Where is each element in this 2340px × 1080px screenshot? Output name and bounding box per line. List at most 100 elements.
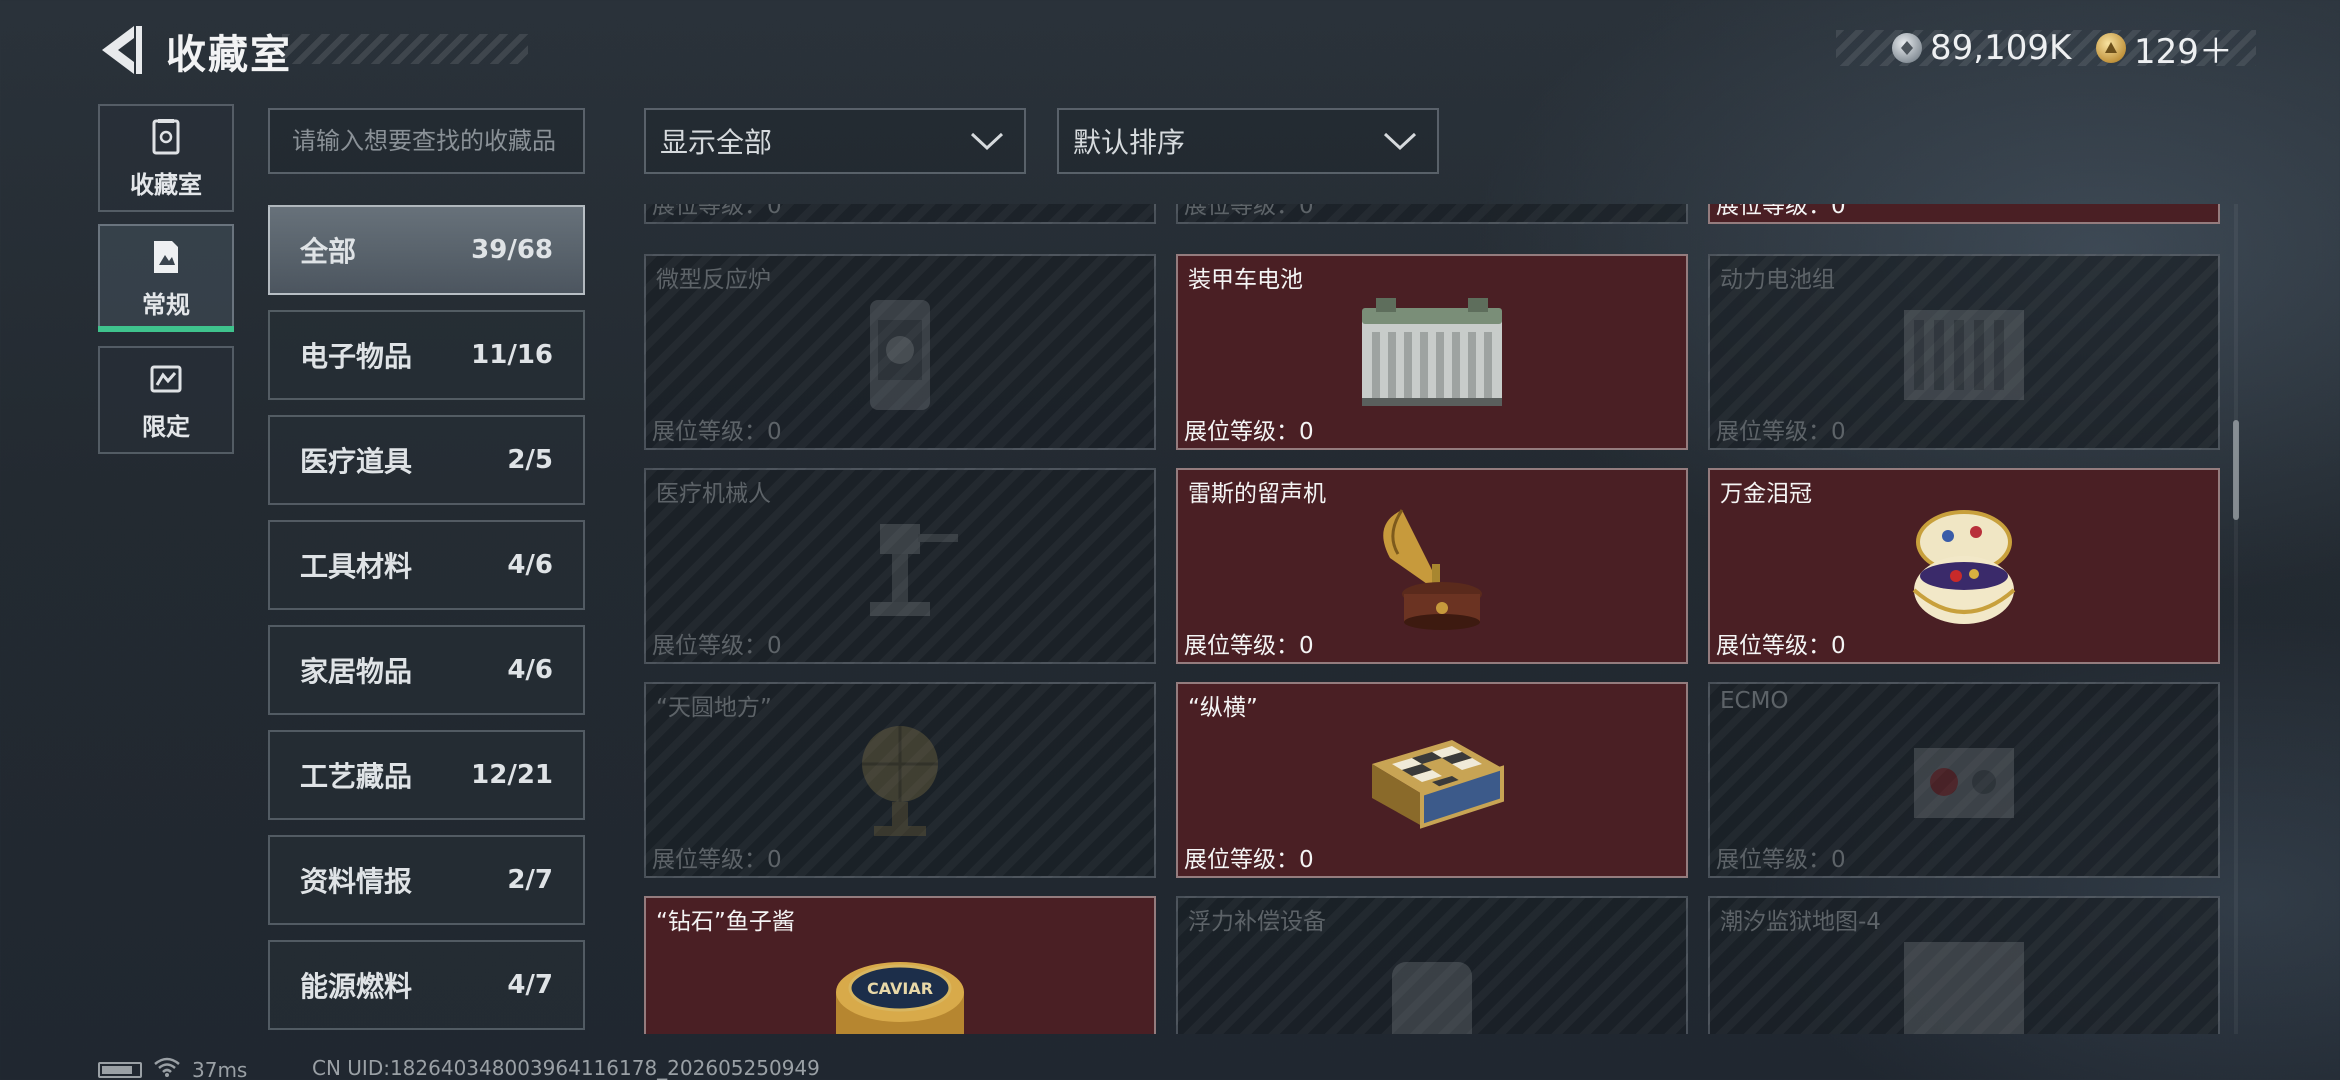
gold-amount: 129＋	[2134, 31, 2233, 72]
category-name: 资料情报	[300, 865, 413, 898]
collection-card[interactable]: “天圆地方” 展位等级：0	[644, 682, 1156, 878]
category-household[interactable]: 家居物品 4/6	[268, 625, 585, 715]
category-count: 39/68	[471, 235, 553, 265]
collection-card[interactable]: “纵横” 展位等级：0	[1176, 682, 1688, 878]
category-crafts[interactable]: 工艺藏品 12/21	[268, 730, 585, 820]
robot-item-icon	[800, 494, 1000, 644]
filter-dropdown-value: 显示全部	[660, 126, 773, 159]
collection-card[interactable]: 展位等级：0	[1176, 204, 1688, 224]
card-name: 微型反应炉	[656, 267, 771, 293]
gold-currency[interactable]: 129＋	[2096, 26, 2233, 72]
card-name: 雷斯的留声机	[1188, 481, 1326, 507]
category-energy[interactable]: 能源燃料 4/7	[268, 940, 585, 1030]
card-level: 展位等级：0	[1716, 204, 1846, 219]
card-name: 万金泪冠	[1720, 481, 1812, 507]
nav-limited-label: 限定	[142, 412, 190, 441]
back-button[interactable]	[96, 22, 146, 78]
batterypack-item-icon	[1864, 280, 2064, 430]
reactor-item-icon	[800, 280, 1000, 430]
collection-card[interactable]: 万金泪冠展位等级：0	[1708, 468, 2220, 664]
category-count: 11/16	[471, 340, 553, 370]
card-level: 展位等级：0	[652, 633, 782, 659]
card-name: “天圆地方”	[656, 695, 772, 721]
card-level: 展位等级：0	[1184, 419, 1314, 445]
search-box[interactable]	[268, 108, 585, 174]
nav-limited[interactable]: 限定	[98, 346, 234, 454]
collection-card[interactable]: 雷斯的留声机展位等级：0	[1176, 468, 1688, 664]
category-count: 2/5	[507, 445, 553, 475]
category-all[interactable]: 全部 39/68	[268, 205, 585, 295]
category-intel[interactable]: 资料情报 2/7	[268, 835, 585, 925]
map-item-icon	[1864, 922, 2064, 1034]
card-name: “纵横”	[1188, 695, 1258, 721]
ecmo-item-icon	[1864, 708, 2064, 858]
card-name: ECMO	[1720, 688, 1789, 714]
category-name: 工具材料	[300, 550, 413, 583]
document-icon	[154, 240, 178, 273]
collection-card[interactable]: 展位等级：0	[1708, 204, 2220, 224]
wifi-icon	[152, 1056, 182, 1080]
limited-icon	[150, 365, 182, 392]
nav-collection-label: 收藏室	[130, 170, 202, 199]
collection-card[interactable]: 微型反应炉展位等级：0	[644, 254, 1156, 450]
category-tools[interactable]: 工具材料 4/6	[268, 520, 585, 610]
scrollbar-thumb[interactable]	[2233, 420, 2239, 520]
gramophone-item-icon	[1332, 494, 1532, 644]
silver-amount: 89,109K	[1930, 28, 2072, 68]
nav-normal[interactable]: 常规	[98, 224, 234, 332]
collection-card[interactable]: 装甲车电池展位等级：0	[1176, 254, 1688, 450]
scrollbar-track[interactable]	[2234, 204, 2238, 1034]
collection-card[interactable]: 医疗机械人 展位等级：0	[644, 468, 1156, 664]
category-name: 电子物品	[300, 340, 413, 373]
category-count: 2/7	[507, 865, 553, 895]
collection-card[interactable]: “钻石”鱼子酱CAVIAR展位等级：0	[644, 896, 1156, 1034]
card-level: 展位等级：0	[652, 847, 782, 873]
ping-value: 37ms	[192, 1057, 248, 1080]
category-electronics[interactable]: 电子物品 11/16	[268, 310, 585, 400]
sort-dropdown-value: 默认排序	[1073, 126, 1186, 159]
bcd-item-icon	[1332, 922, 1532, 1034]
category-medical[interactable]: 医疗道具 2/5	[268, 415, 585, 505]
card-level: 展位等级：0	[1184, 633, 1314, 659]
collection-grid[interactable]: 展位等级：0 展位等级：0 展位等级：0 微型反应炉 展位等级：0 装甲车电池 展位等级：0…	[644, 204, 2220, 1034]
vault-icon	[152, 118, 180, 154]
card-name: 动力电池组	[1720, 267, 1835, 293]
category-count: 12/21	[471, 760, 553, 790]
sort-dropdown[interactable]: 默认排序	[1057, 108, 1439, 174]
page-title: 收藏室	[166, 32, 292, 78]
status-bar: 37ms	[98, 1056, 247, 1080]
battery-icon	[98, 1061, 142, 1078]
silver-coin-icon	[1892, 33, 1922, 63]
user-uid: CN UID:1826403480039641161​78_2026052509…	[312, 1056, 820, 1080]
back-arrow-icon	[102, 26, 142, 74]
nav-collection-room[interactable]: 收藏室	[98, 104, 234, 212]
title-decoration	[282, 34, 528, 64]
card-name: 装甲车电池	[1188, 267, 1303, 293]
collection-card[interactable]: 潮汐监狱地图-4展位等级：0	[1708, 896, 2220, 1034]
collection-card[interactable]: 浮力补偿设备展位等级：0	[1176, 896, 1688, 1034]
card-name: 浮力补偿设备	[1188, 909, 1326, 935]
collection-card[interactable]: ECMO 展位等级：0	[1708, 682, 2220, 878]
card-name: “钻石”鱼子酱	[656, 909, 795, 935]
card-name: 潮汐监狱地图-4	[1720, 909, 1881, 935]
category-name: 家居物品	[300, 655, 413, 688]
collection-card[interactable]: 动力电池组展位等级：0	[1708, 254, 2220, 450]
gold-coin-icon	[2096, 33, 2126, 63]
egg-item-icon	[1864, 494, 2064, 644]
collection-card[interactable]: 展位等级：0	[644, 204, 1156, 224]
category-name: 全部	[300, 235, 357, 268]
filter-dropdown[interactable]: 显示全部	[644, 108, 1026, 174]
card-level: 展位等级：0	[1184, 204, 1314, 219]
card-level: 展位等级：0	[1716, 419, 1846, 445]
globe-item-icon	[800, 708, 1000, 858]
category-name: 能源燃料	[300, 970, 413, 1003]
category-name: 医疗道具	[300, 445, 413, 478]
category-count: 4/7	[507, 970, 553, 1000]
category-name: 工艺藏品	[300, 760, 413, 793]
card-level: 展位等级：0	[652, 204, 782, 219]
card-level: 展位等级：0	[1184, 847, 1314, 873]
card-level: 展位等级：0	[652, 419, 782, 445]
chessbox-item-icon	[1332, 708, 1532, 858]
card-level: 展位等级：0	[1716, 633, 1846, 659]
search-input[interactable]	[292, 110, 561, 172]
